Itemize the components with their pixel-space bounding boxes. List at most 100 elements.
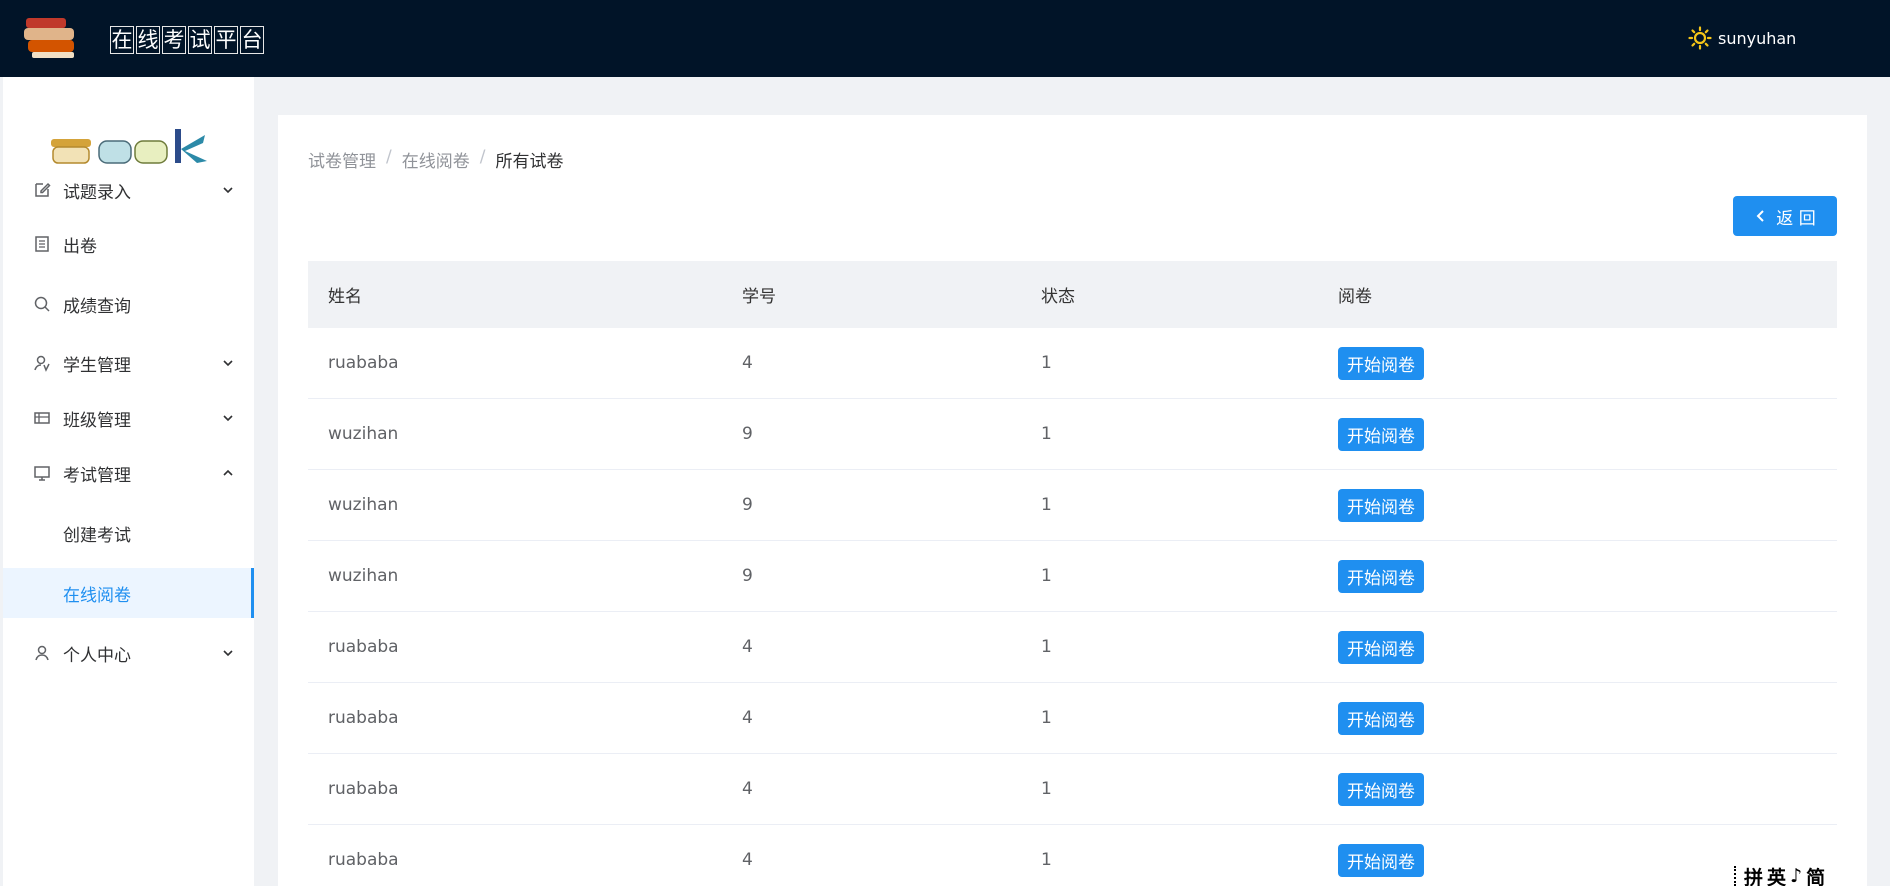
cell-action: 开始阅卷 [1338,843,1424,877]
column-header-student-id: 学号 [742,287,776,307]
top-header: 在 线 考 试 平 台 sunyuhan [0,0,1890,77]
cell-status: 1 [1041,850,1052,870]
sidebar-item-student-management[interactable]: 学生管理 [3,338,254,388]
sidebar-item-label: 在线阅卷 [63,585,131,606]
start-grading-button[interactable]: 开始阅卷 [1338,346,1424,380]
table-row: ruababa 4 1 开始阅卷 [308,754,1837,825]
back-button[interactable]: 返 回 [1733,196,1837,236]
title-char: 台 [240,26,264,54]
start-grading-button[interactable]: 开始阅卷 [1338,772,1424,806]
sidebar-item-exam-management[interactable]: 考试管理 [3,448,254,498]
ime-handle[interactable] [1734,866,1740,886]
breadcrumb-item[interactable]: 试卷管理 [308,147,376,172]
title-char: 在 [110,26,134,54]
sidebar-item-question-entry[interactable]: 试题录入 [3,165,254,215]
chevron-down-icon [223,187,233,194]
student-icon [34,355,50,372]
cell-action: 开始阅卷 [1338,630,1424,664]
ime-script[interactable]: 简 [1806,863,1825,886]
table-row: wuzihan 9 1 开始阅卷 [308,470,1837,541]
cell-status: 1 [1041,708,1052,728]
breadcrumb-separator: / [386,147,392,167]
cell-status: 1 [1041,566,1052,586]
column-header-grading: 阅卷 [1338,287,1372,307]
table-header: 姓名 学号 状态 阅卷 [308,261,1837,328]
cell-student-id: 9 [742,495,753,515]
cell-student-id: 4 [742,850,753,870]
start-grading-button[interactable]: 开始阅卷 [1338,488,1424,522]
ime-toolbar: 拼 英 ♪ 简 [1734,863,1890,886]
start-grading-button[interactable]: 开始阅卷 [1338,559,1424,593]
cell-status: 1 [1041,353,1052,373]
cell-name: ruababa [328,353,399,373]
sidebar-item-create-paper[interactable]: 出卷 [3,219,254,269]
start-grading-button[interactable]: 开始阅卷 [1338,417,1424,451]
table-row: ruababa 4 1 开始阅卷 [308,612,1837,683]
sidebar-item-label: 班级管理 [63,410,131,431]
chevron-down-icon [223,650,233,657]
cell-name: wuzihan [328,424,399,444]
site-title: 在 线 考 试 平 台 [110,26,264,54]
start-grading-button[interactable]: 开始阅卷 [1338,630,1424,664]
class-icon [34,412,50,424]
sidebar-subitem-online-grading[interactable]: 在线阅卷 [3,568,254,618]
sidebar-item-label: 个人中心 [63,645,131,666]
chevron-up-icon [223,469,233,476]
cell-status: 1 [1041,779,1052,799]
cell-action: 开始阅卷 [1338,346,1424,380]
cell-student-id: 4 [742,708,753,728]
start-grading-button[interactable]: 开始阅卷 [1338,701,1424,735]
title-char: 试 [188,26,212,54]
cell-name: ruababa [328,779,399,799]
ime-lang[interactable]: 英 [1767,863,1786,886]
column-header-name: 姓名 [328,287,362,307]
book-wordmark-logo-icon [51,129,207,164]
cell-status: 1 [1041,637,1052,657]
sun-icon [1688,26,1712,50]
cell-action: 开始阅卷 [1338,701,1424,735]
sidebar-subitem-create-exam[interactable]: 创建考试 [3,508,254,558]
table-row: wuzihan 9 1 开始阅卷 [308,541,1837,612]
cell-name: ruababa [328,850,399,870]
username: sunyuhan [1718,28,1797,48]
back-button-label: 返 回 [1776,208,1816,229]
chevron-left-icon [1756,210,1765,222]
breadcrumb-item[interactable]: 在线阅卷 [402,147,470,172]
ime-mode[interactable]: 拼 [1744,863,1763,886]
title-char: 考 [162,26,186,54]
chevron-down-icon [223,415,233,422]
sidebar-item-personal-center[interactable]: 个人中心 [3,628,254,678]
sidebar: 试题录入 出卷 成绩查询 学生管理 班级管理 考试管理 创建考试 在线阅卷 个人… [0,77,254,886]
cell-action: 开始阅卷 [1338,772,1424,806]
document-icon [35,236,49,252]
main-card: 试卷管理 / 在线阅卷 / 所有试卷 返 回 姓名 学号 状态 阅卷 ruaba… [278,115,1867,886]
search-icon [34,296,50,312]
start-grading-button[interactable]: 开始阅卷 [1338,843,1424,877]
sidebar-item-label: 考试管理 [63,465,131,486]
sidebar-item-label: 成绩查询 [63,296,131,317]
sidebar-item-label: 试题录入 [63,182,131,203]
sidebar-item-class-management[interactable]: 班级管理 [3,393,254,443]
cell-status: 1 [1041,424,1052,444]
papers-table: 姓名 学号 状态 阅卷 ruababa 4 1 开始阅卷 wuzihan 9 1 开始阅卷 wu… [308,261,1837,886]
monitor-icon [34,466,50,481]
breadcrumb-separator: / [479,147,486,167]
title-char: 平 [214,26,238,54]
user-menu[interactable]: sunyuhan [1688,26,1796,50]
breadcrumb-item-current: 所有试卷 [495,152,564,172]
sidebar-item-score-query[interactable]: 成绩查询 [3,279,254,329]
table-row: ruababa 4 1 开始阅卷 [308,683,1837,754]
cell-name: wuzihan [328,566,399,586]
cell-student-id: 9 [742,566,753,586]
user-icon [35,645,49,661]
ime-sound[interactable]: ♪ [1790,865,1802,886]
column-header-status: 状态 [1041,287,1075,307]
edit-icon [35,182,51,197]
books-logo-icon [24,18,74,58]
sidebar-item-label: 创建考试 [63,525,131,546]
cell-action: 开始阅卷 [1338,559,1424,593]
breadcrumb: 试卷管理 / 在线阅卷 / 所有试卷 [308,147,563,172]
cell-name: wuzihan [328,495,399,515]
table-row: ruababa 4 1 开始阅卷 [308,328,1837,399]
cell-student-id: 9 [742,424,753,444]
